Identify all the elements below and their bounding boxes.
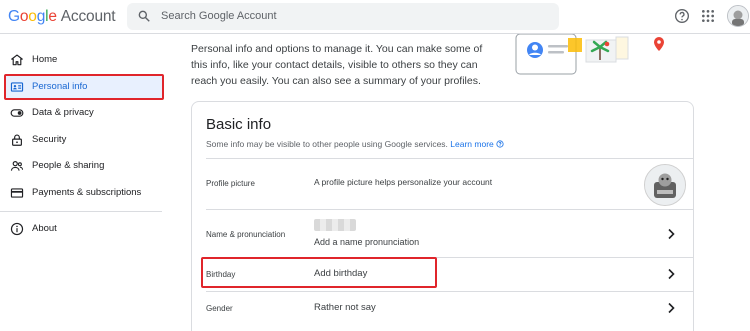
card-title: Basic info <box>206 116 272 133</box>
logo-google-text: Google <box>8 8 57 25</box>
people-icon <box>10 161 24 171</box>
google-account-logo[interactable]: Google Account <box>8 8 116 26</box>
sidebar-item-payments[interactable]: Payments & subscriptions <box>4 180 164 206</box>
logo-account-text: Account <box>60 8 116 25</box>
sidebar: Home Personal info Data & privacy Securi… <box>0 34 165 331</box>
personal-info-illustration <box>515 34 664 75</box>
intro-line: this info, like your contact details, vi… <box>191 59 478 71</box>
row-label: Name & pronunciation <box>206 230 286 239</box>
search-bar[interactable]: Search Google Account <box>127 3 559 30</box>
profile-avatar[interactable] <box>727 5 749 27</box>
sidebar-item-label: Personal info <box>32 81 88 92</box>
row-value: Add a name pronunciation <box>314 237 420 247</box>
sidebar-item-about[interactable]: About <box>4 216 164 242</box>
sidebar-item-label: Home <box>32 54 58 65</box>
home-icon <box>11 54 23 66</box>
search-icon <box>138 10 150 22</box>
top-header: Google Account Search Google Account <box>0 0 750 34</box>
intro-line: Personal info and options to manage it. … <box>191 43 483 55</box>
card-subtitle-text: Some info may be visible to other people… <box>206 139 448 149</box>
sidebar-item-label: People & sharing <box>32 160 105 171</box>
row-value: Rather not say <box>314 302 376 313</box>
birthday-highlight-annotation <box>201 257 437 288</box>
sidebar-item-personal-info[interactable]: Personal info <box>4 74 164 100</box>
row-divider <box>206 158 693 159</box>
sidebar-item-label: About <box>32 223 57 234</box>
help-outline-icon[interactable] <box>496 140 504 148</box>
chevron-right-icon[interactable] <box>666 302 676 314</box>
redacted-name <box>314 219 356 231</box>
lock-icon <box>12 134 22 146</box>
sidebar-item-label: Security <box>32 134 67 145</box>
sidebar-item-label: Data & privacy <box>32 107 94 118</box>
apps-grid-icon[interactable] <box>700 8 716 24</box>
intro-text: Personal info and options to manage it. … <box>191 41 491 89</box>
card-icon <box>10 188 24 198</box>
id-card-icon <box>10 82 24 92</box>
sidebar-item-data-privacy[interactable]: Data & privacy <box>4 100 164 126</box>
chevron-right-icon[interactable] <box>666 228 676 240</box>
profile-photo-image <box>645 165 685 205</box>
row-divider <box>206 291 693 292</box>
card-subtitle: Some info may be visible to other people… <box>206 139 504 149</box>
gender-row[interactable]: Gender Rather not say <box>192 291 693 325</box>
avatar-image-icon <box>728 6 748 26</box>
toggle-icon <box>10 109 24 117</box>
intro-line: reach you easily. You can also see a sum… <box>191 75 481 87</box>
info-icon <box>10 222 24 236</box>
row-label: Gender <box>206 304 233 313</box>
basic-info-card: Basic info Some info may be visible to o… <box>191 101 694 331</box>
row-divider <box>206 209 693 210</box>
sidebar-item-home[interactable]: Home <box>4 47 164 73</box>
search-input[interactable]: Search Google Account <box>161 10 277 22</box>
name-pronunciation-row[interactable]: Name & pronunciation Add a name pronunci… <box>192 209 693 257</box>
sidebar-divider <box>0 211 162 212</box>
row-label: Profile picture <box>206 179 255 188</box>
help-icon[interactable] <box>674 8 690 24</box>
sidebar-item-security[interactable]: Security <box>4 127 164 153</box>
profile-picture[interactable] <box>644 164 686 206</box>
sidebar-item-people-sharing[interactable]: People & sharing <box>4 153 164 179</box>
learn-more-link[interactable]: Learn more <box>450 139 493 149</box>
profile-picture-row[interactable]: Profile picture A profile picture helps … <box>192 158 693 210</box>
row-value: A profile picture helps personalize your… <box>314 177 493 187</box>
sidebar-item-label: Payments & subscriptions <box>32 187 142 198</box>
chevron-right-icon[interactable] <box>666 268 676 280</box>
